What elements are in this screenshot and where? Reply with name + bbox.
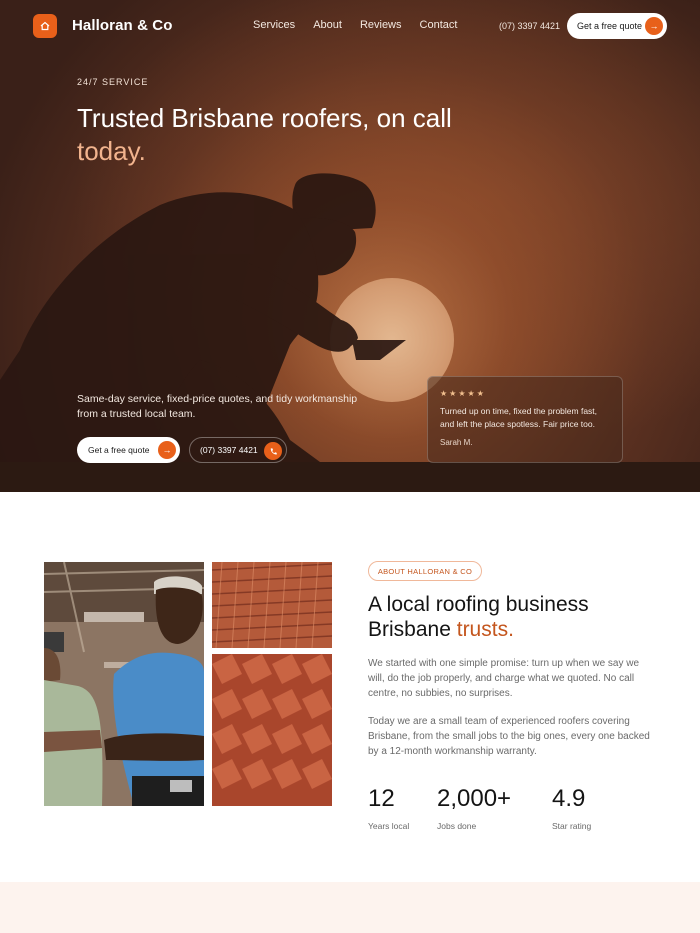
hero-phone-button[interactable]: (07) 3397 4421 (189, 437, 287, 463)
hero-phone-label: (07) 3397 4421 (200, 445, 258, 455)
stat-jobs: 2,000+ Jobs done (437, 785, 511, 831)
star-rating-icon: ★★★★★ (440, 389, 486, 398)
about-paragraph-1: We started with one simple promise: turn… (368, 658, 640, 699)
hero-title: Trusted Brisbane roofers, on call today. (77, 102, 497, 168)
roof-tiles-image (212, 654, 332, 806)
arrow-right-icon: → (158, 441, 176, 459)
nav-link-about[interactable]: About (313, 19, 342, 31)
roof-tiles-image (212, 562, 332, 648)
stat-value: 2,000+ (437, 785, 512, 812)
brand-name[interactable]: Halloran & Co (72, 17, 172, 34)
arrow-right-icon: → (645, 17, 663, 35)
phone-icon (264, 442, 282, 460)
nav-link-contact[interactable]: Contact (420, 19, 458, 31)
hero-eyebrow: 24/7 SERVICE (77, 77, 149, 87)
top-navigation: Halloran & Co Services About Reviews Con… (0, 0, 700, 52)
stat-rating: 4.9 Star rating (552, 785, 591, 831)
nav-phone-link[interactable]: (07) 3397 4421 (499, 21, 560, 31)
stat-label: Years local (368, 821, 410, 831)
roof-tiles-photo-bottom (212, 654, 332, 806)
nav-quote-button[interactable]: Get a free quote → (567, 13, 667, 39)
home-icon (40, 21, 50, 31)
about-title: A local roofing business Brisbane trusts… (368, 592, 668, 642)
nav-links: Services About Reviews Contact (253, 19, 475, 31)
stat-value: 4.9 (552, 785, 586, 812)
nav-quote-label: Get a free quote (577, 21, 643, 31)
team-photo-image (44, 562, 204, 806)
stat-label: Jobs done (437, 821, 477, 831)
review-text: Turned up on time, fixed the problem fas… (440, 406, 598, 429)
hero-subtitle: Same-day service, fixed-price quotes, an… (77, 393, 358, 420)
nav-link-services[interactable]: Services (253, 19, 295, 31)
hero-section: Halloran & Co Services About Reviews Con… (0, 0, 700, 492)
next-section-band (0, 882, 700, 933)
about-title-accent: trusts. (456, 618, 514, 641)
stat-years: 12 Years local (368, 785, 409, 831)
about-eyebrow-badge: ABOUT HALLORAN & CO (368, 561, 482, 581)
hero-quote-label: Get a free quote (88, 445, 150, 455)
roof-tiles-photo-top (212, 562, 332, 648)
brand-logo[interactable] (33, 14, 57, 38)
stat-label: Star rating (552, 821, 592, 831)
about-paragraph-2: Today we are a small team of experienced… (368, 716, 650, 757)
team-photo (44, 562, 204, 806)
review-card: ★★★★★ Turned up on time, fixed the probl… (427, 376, 623, 463)
hero-title-accent: today. (77, 136, 146, 166)
roofline-ground (0, 462, 700, 492)
nav-link-reviews[interactable]: Reviews (360, 19, 402, 31)
hero-title-main: Trusted Brisbane roofers, on call (77, 103, 452, 133)
review-author: Sarah M. (440, 438, 473, 447)
stat-value: 12 (368, 785, 395, 812)
hero-quote-button[interactable]: Get a free quote → (77, 437, 180, 463)
